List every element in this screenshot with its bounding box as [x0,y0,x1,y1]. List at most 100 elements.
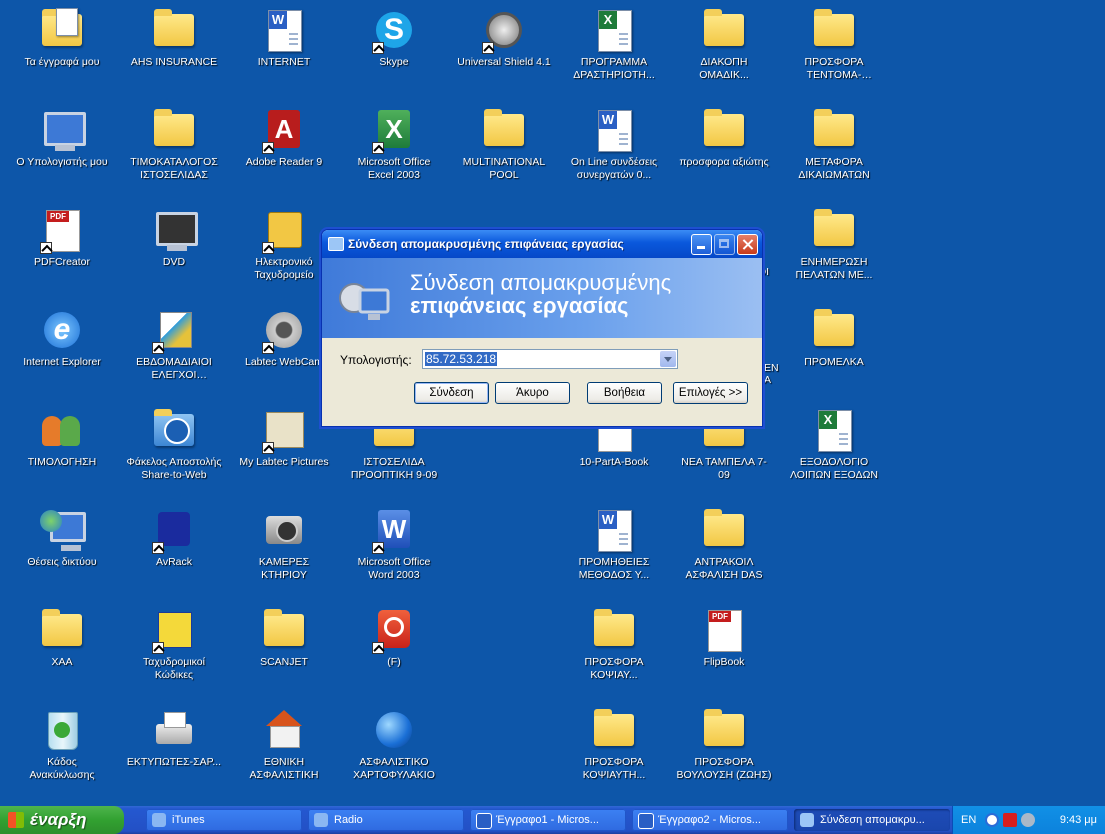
folder-icon [700,708,748,754]
desktop-icon-ahs-insurance[interactable]: AHS INSURANCE [124,2,224,100]
desktop-icon-email[interactable]: Ηλεκτρονικό Ταχυδρομείο [234,202,334,300]
desktop-icon-label: ΤΙΜΟΛΟΓΗΣΗ [27,456,97,468]
desktop-icon-label: ΙΣΤΟΣΕΛΙΔΑ ΠΡΟΟΠΤΙΚΗ 9-09 [350,456,438,481]
desktop-icon-prosfora-voulousi[interactable]: ΠΡΟΣΦΟΡΑ ΒΟΥΛΟΥΣΗ (ΖΩΗΣ) [674,702,774,800]
clock[interactable]: 9:43 μμ [1060,814,1097,826]
desktop-icon-label: Ταχυδρομικοί Κώδικες [143,656,205,681]
desktop-icon-label: προσφορα αξιώτης [679,156,769,168]
desktop-icon-label: PDFCreator [33,256,90,268]
taskbar-item-document2[interactable]: Έγγραφο2 - Micros... [632,809,788,831]
desktop-icon-antrakoil[interactable]: ΑΝΤΡΑΚΟΙΛ ΑΣΦΑΛΙΣΗ DAS [674,502,774,600]
desktop-icon-metafora[interactable]: ΜΕΤΑΦΟΡΑ ΔΙΚΑΙΩΜΑΤΩΝ [784,102,884,200]
house-icon [260,708,308,754]
desktop-icon-evdomadiaioi[interactable]: ΕΒΔΟΜΑΔΙΑΙΟΙ ΕΛΕΓΧΟΙ ΓΡΑΦΕΙΟΥ [124,302,224,400]
desktop-icon-label: Τα έγγραφά μου [24,56,100,68]
desktop-icon-my-documents[interactable]: Τα έγγραφά μου [12,2,112,100]
desktop-icon-labtec-webcam[interactable]: Labtec WebCam [234,302,334,400]
desktop-icon-recycle-bin[interactable]: Κάδος Ανακύκλωσης [12,702,112,800]
connect-button[interactable]: Σύνδεση [414,382,489,404]
excel-document-icon: X [590,8,638,54]
desktop-icon-multinational[interactable]: MULTINATIONAL POOL [454,102,554,200]
desktop-icon-label: ΠΡΟΜΕΛΚΑ [804,356,864,368]
word-document-icon: W [590,108,638,154]
desktop-icon-programma[interactable]: X ΠΡΟΓΡΑΜΜΑ ΔΡΑΣΤΗΡΙΟΤΗ... [564,2,664,100]
start-label: έναρξη [30,810,87,829]
partial-label-en-text: ΕΝ [764,362,779,374]
adobe-reader-icon: A [260,108,308,154]
desktop-icon-label: Labtec WebCam [244,356,323,368]
desktop-icon-internet-explorer[interactable]: e Internet Explorer [12,302,112,400]
desktop-icon-universal-shield[interactable]: Universal Shield 4.1 [454,2,554,100]
taskbar-item-radio[interactable]: Radio [308,809,464,831]
desktop-icon-f-drive[interactable]: (F) [344,602,444,700]
options-button[interactable]: Επιλογές >> [673,382,748,404]
desktop-icon-timologisi[interactable]: ΤΙΜΟΛΟΓΗΣΗ [12,402,112,500]
desktop-icon-dvd[interactable]: DVD [124,202,224,300]
desktop-icon-pdfcreator[interactable]: PDF PDFCreator [12,202,112,300]
desktop-icon-timokatalogos[interactable]: ΤΙΜΟΚΑΤΑΛΟΓΟΣ ΙΣΤΟΣΕΛΙΔΑΣ [124,102,224,200]
desktop-icon-label: Universal Shield 4.1 [457,56,551,68]
dvd-monitor-icon [150,208,198,254]
desktop-icon-prosfora-axiotis[interactable]: προσφορα αξιώτης [674,102,774,200]
desktop-icon-flipbook[interactable]: PDF FlipBook [674,602,774,700]
start-button[interactable]: έναρξη [0,806,124,834]
desktop-icon-ektypotes[interactable]: ΕΚΤΥΠΩΤΕΣ-ΣΑΡ... [124,702,224,800]
computer-combobox[interactable]: 85.72.53.218 [422,349,678,369]
desktop-icon-promelka[interactable]: ΠΡΟΜΕΛΚΑ [784,302,884,400]
desktop-icon-exodologio[interactable]: X ΕΞΟΔΟΛΟΓΙΟ ΛΟΙΠΩΝ ΕΞΟΔΩΝ [784,402,884,500]
desktop-icon-skype[interactable]: S Skype [344,2,444,100]
desktop-icon-online-syndeseis[interactable]: W On Line συνδέσεις συνεργατών 0... [564,102,664,200]
dialog-title-bar[interactable]: Σύνδεση απομακρυσμένης επιφάνειας εργασί… [322,230,762,258]
desktop-icon-network-places[interactable]: Θέσεις δικτύου [12,502,112,600]
desktop-icon-enimerosi[interactable]: ΕΝΗΜΕΡΩΣΗ ΠΕΛΑΤΩΝ ΜΕ... [784,202,884,300]
desktop-icon-label: My Labtec Pictures [239,456,329,468]
cancel-button[interactable]: Άκυρο [495,382,570,404]
desktop-icon-labtec-pictures[interactable]: My Labtec Pictures [234,402,334,500]
desktop-icon-kameres[interactable]: ΚΑΜΕΡΕΣ ΚΤΗΡΙΟΥ [234,502,334,600]
chevron-down-icon[interactable] [660,351,676,367]
desktop-icon-avrack[interactable]: AvRack [124,502,224,600]
desktop-icon-xaa[interactable]: ΧΑΑ [12,602,112,700]
desktop-icon-share-to-web[interactable]: Φάκελος Αποστολής Share-to-Web [124,402,224,500]
folder-icon [590,708,638,754]
desktop-icon-word-2003[interactable]: W Microsoft Office Word 2003 [344,502,444,600]
close-button[interactable] [737,234,758,255]
desktop-icon-ethniki[interactable]: ΕΘΝΙΚΗ ΑΣΦΑΛΙΣΤΙΚΗ [234,702,334,800]
recycle-bin-icon [38,708,86,754]
desktop-icon-internet-doc[interactable]: W INTERNET [234,2,334,100]
desktop-icon-label: 10-PartA-Book [579,456,649,468]
desktop-icon-asfalistiko[interactable]: ΑΣΦΑΛΙΣΤΙΚΟ ΧΑΡΤΟΦΥΛΑΚΙΟ [344,702,444,800]
excel-icon: X [370,108,418,154]
desktop-icon-excel-2003[interactable]: X Microsoft Office Excel 2003 [344,102,444,200]
desktop-icon-label: ΤΙΜΟΚΑΤΑΛΟΓΟΣ ΙΣΤΟΣΕΛΙΔΑΣ [130,156,218,181]
dialog-banner: Σύνδεση απομακρυσμένης επιφάνειας εργασί… [322,258,762,338]
skype-icon: S [370,8,418,54]
computer-value[interactable]: 85.72.53.218 [425,352,498,366]
desktop-icon-label: Θέσεις δικτύου [27,556,97,568]
hp-folder-icon [150,408,198,454]
desktop-icon-postal-codes[interactable]: Ταχυδρομικοί Κώδικες [124,602,224,700]
desktop-icon-adobe-reader[interactable]: A Adobe Reader 9 [234,102,334,200]
taskbar-item-remote-desktop[interactable]: Σύνδεση απομακρυ... [794,809,950,831]
desktop-icon-prosfora-kopsiayti[interactable]: ΠΡΟΣΦΟΡΑ ΚΟΨΙΑΥΤΗ... [564,702,664,800]
taskbar-item-document1[interactable]: Έγγραφο1 - Micros... [470,809,626,831]
folder-icon [150,108,198,154]
desktop-icon-diakopi[interactable]: ΔΙΑΚΟΠΗ ΟΜΑΔΙΚ... [674,2,774,100]
system-tray: EN 9:43 μμ [952,806,1105,834]
volume-icon[interactable] [1021,813,1035,827]
desktop-icon-label: Κάδος Ανακύκλωσης [29,756,95,781]
minimize-button[interactable] [691,234,712,255]
language-indicator[interactable]: EN [961,814,976,826]
desktop-icon-label: AHS INSURANCE [130,56,218,68]
desktop-icon-promitheies[interactable]: W ΠΡΟΜΗΘΕΙΕΣ ΜΕΘΟΔΟΣ Υ... [564,502,664,600]
back-arrow-icon[interactable] [985,813,999,827]
kaspersky-icon[interactable] [1003,813,1017,827]
taskbar-item-itunes[interactable]: iTunes [146,809,302,831]
desktop-icon-prosfora-kopsiay[interactable]: ΠΡΟΣΦΟΡΑ ΚΟΨΙΑΥ... [564,602,664,700]
help-button[interactable]: Βοήθεια [587,382,662,404]
desktop-icon-scanjet[interactable]: SCANJET [234,602,334,700]
desktop-icon-label: Adobe Reader 9 [245,156,323,168]
desktop-icon-my-computer[interactable]: Ο Υπολογιστής μου [12,102,112,200]
pdfcreator-icon: PDF [38,208,86,254]
desktop-icon-prosfora-tentoma[interactable]: ΠΡΟΣΦΟΡΑ ΤΕΝΤΟΜΑ-ΝΤΑΝΟΣ [784,2,884,100]
